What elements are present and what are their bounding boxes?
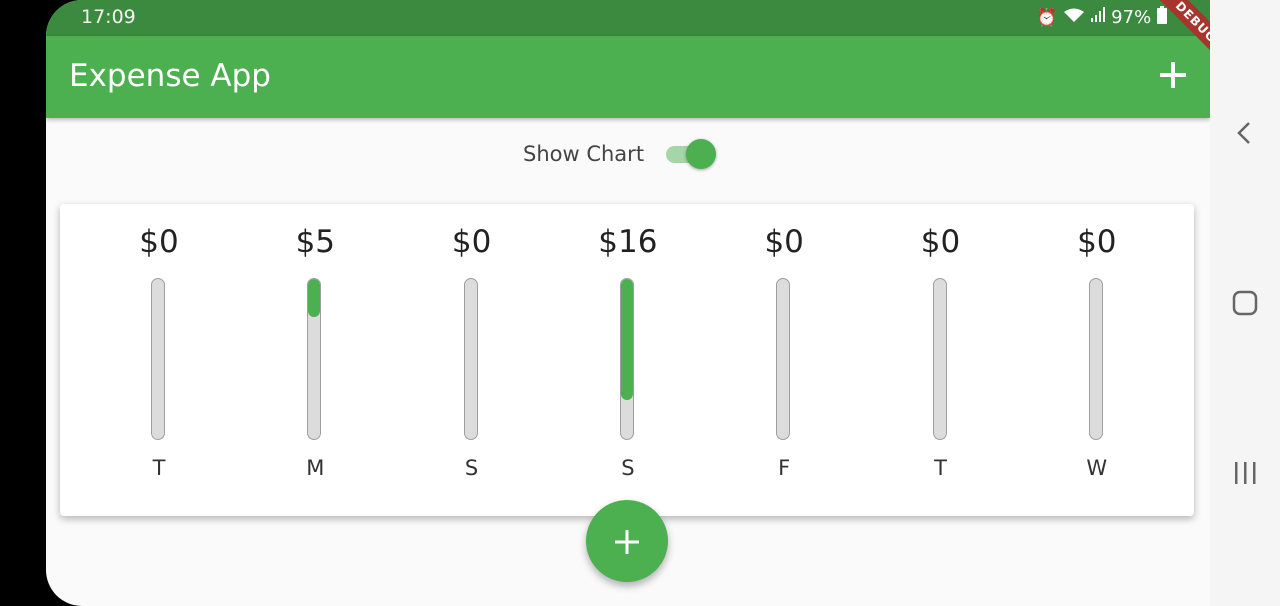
signal-icon: [1091, 7, 1106, 28]
recents-button[interactable]: [1227, 455, 1263, 491]
bar-fill: [620, 279, 633, 400]
bar-day-label: S: [621, 456, 635, 480]
chart-bar-column: $5 M: [255, 204, 375, 516]
alarm-icon: ⏰: [1036, 7, 1058, 28]
show-chart-label: Show Chart: [523, 142, 645, 166]
home-icon: [1232, 290, 1258, 316]
wifi-icon: [1063, 8, 1085, 28]
bar-amount-label: $0: [764, 224, 804, 260]
system-nav-bar: [1210, 0, 1280, 606]
bar-track: [776, 278, 791, 440]
bar-track: [619, 278, 634, 440]
bar-day-label: T: [934, 456, 947, 480]
app-bar: Expense App: [46, 36, 1210, 118]
app-title: Expense App: [69, 58, 271, 94]
battery-percent: 97%: [1111, 7, 1152, 28]
plus-icon: [615, 530, 639, 554]
bar-amount-label: $5: [295, 224, 336, 260]
recents-icon: [1235, 462, 1256, 484]
battery-icon: [1157, 6, 1168, 29]
bar-amount-label: $0: [1077, 224, 1117, 260]
bar-track: [932, 278, 947, 440]
back-button[interactable]: [1227, 115, 1263, 151]
bar-amount-label: $16: [598, 224, 658, 260]
add-expense-fab[interactable]: [586, 500, 668, 582]
status-bar: 17:09 ⏰ 97%: [46, 0, 1210, 36]
switch-thumb: [686, 139, 717, 169]
bar-fill: [308, 279, 321, 318]
bar-track: [1088, 278, 1103, 440]
bar-amount-label: $0: [451, 224, 492, 260]
app-screen: 17:09 ⏰ 97% Expense App DEBUG Show Chart: [46, 0, 1210, 606]
bar-track: [463, 278, 478, 440]
bar-day-label: F: [778, 456, 791, 480]
weekly-chart: $0 T $5 M $0 S $16 S $0 F $0 T $0 W: [60, 204, 1194, 516]
status-time: 17:09: [81, 6, 136, 28]
home-button[interactable]: [1227, 285, 1263, 321]
bar-day-label: W: [1086, 456, 1108, 480]
show-chart-switch[interactable]: [664, 138, 718, 170]
bar-track: [151, 278, 165, 440]
bar-day-label: M: [306, 456, 325, 480]
bar-day-label: S: [464, 456, 479, 480]
chart-bar-column: $16 S: [568, 204, 688, 516]
bar-amount-label: $0: [920, 224, 961, 260]
show-chart-row: Show Chart: [523, 138, 718, 170]
chart-bar-column: $0 F: [724, 204, 844, 516]
status-icons: ⏰ 97%: [1036, 6, 1168, 29]
chart-bar-column: $0 S: [412, 204, 532, 516]
chart-bar-column: $0 W: [1037, 204, 1157, 516]
chart-bar-column: $0 T: [99, 204, 219, 516]
plus-icon: [1160, 62, 1186, 88]
add-expense-action[interactable]: [1156, 53, 1190, 97]
bar-amount-label: $0: [139, 224, 179, 260]
back-icon: [1237, 122, 1250, 144]
bar-track: [307, 278, 322, 440]
chart-bar-column: $0 T: [881, 204, 1001, 516]
bar-day-label: T: [152, 456, 166, 480]
